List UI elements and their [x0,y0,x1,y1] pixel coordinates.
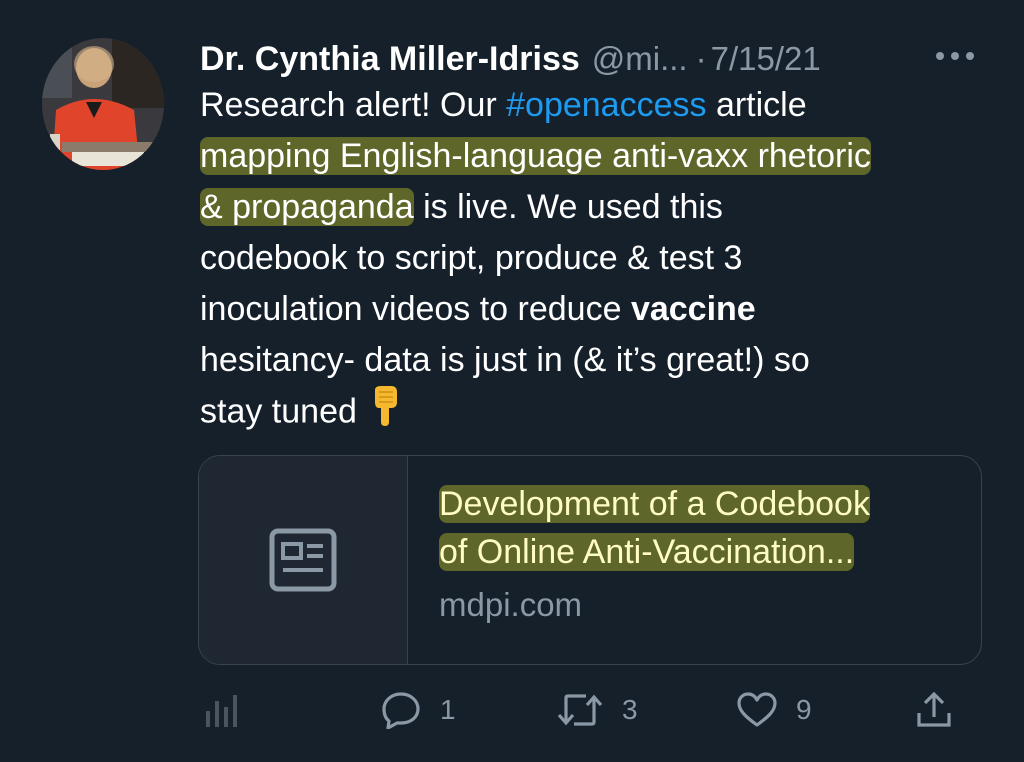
more-options-icon[interactable] [936,50,976,64]
link-card-thumbnail [199,456,408,664]
analytics-button[interactable] [204,680,240,740]
retweet-button[interactable]: 3 [556,680,638,740]
retweet-icon [557,694,603,726]
heart-icon [737,692,777,727]
highlighted-text: & propaganda [200,188,414,226]
reply-count: 1 [440,694,456,725]
link-card-domain: mdpi.com [439,586,583,623]
bold-text: vaccine [630,290,756,328]
tweet-line-4: codebook to script, produce & test 3 [200,239,743,277]
tweet-line-6: hesitancy- data is just in (& it’s great… [200,341,810,379]
link-card[interactable]: Development of a Codebook of Online Anti… [198,455,982,665]
highlighted-text: mapping English-language anti-vaxx rheto… [200,137,871,175]
author-name[interactable]: Dr. Cynthia Miller-Idriss [200,40,580,79]
like-count: 9 [796,694,812,725]
avatar-image [42,38,164,170]
tweet-line-7: stay tuned [200,386,1000,441]
avatar[interactable] [42,38,164,170]
like-button[interactable]: 9 [736,680,812,740]
backhand-index-pointing-down-icon [371,386,401,441]
reply-button[interactable]: 1 [380,680,456,740]
tweet-line-1: Research alert! Our #openaccess article [200,86,807,124]
tweet-action-bar: 1 3 9 [0,680,1024,740]
reply-icon [382,692,420,729]
retweet-count: 3 [622,694,638,725]
article-icon [269,528,337,592]
analytics-icon [206,695,237,727]
author-handle[interactable]: @mi... [592,40,688,78]
hashtag-link[interactable]: #openaccess [506,86,706,124]
tweet-date[interactable]: 7/15/21 [711,40,821,78]
tweet-line-2: mapping English-language anti-vaxx rheto… [200,131,1000,182]
tweet-line-3: & propaganda is live. We used this [200,188,723,226]
link-card-title[interactable]: Development of a Codebook of Online Anti… [439,480,969,576]
share-icon [917,691,951,727]
share-button[interactable] [916,680,952,740]
tweet-header: Dr. Cynthia Miller-Idriss @mi... · 7/15/… [200,34,1004,84]
tweet-text: Research alert! Our #openaccess article … [200,80,1000,441]
separator-dot: · [695,40,707,77]
tweet-line-5: inoculation videos to reduce vaccine [200,290,756,328]
